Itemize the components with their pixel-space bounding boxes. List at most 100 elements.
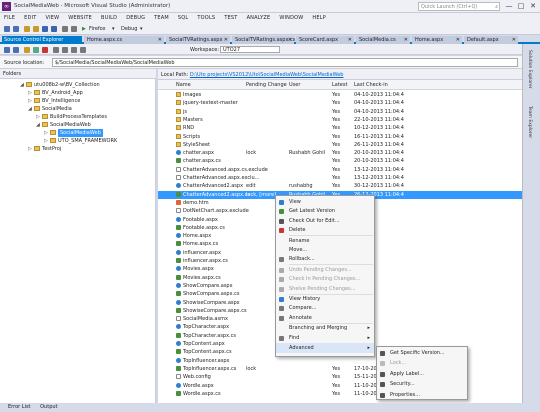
save-icon[interactable] — [42, 26, 48, 32]
quick-launch-input[interactable]: Quick Launch (Ctrl+Q) ⌕ — [418, 2, 500, 11]
folder-tree-item[interactable]: ▷ BuildProcessTemplates — [36, 113, 107, 121]
menu-window[interactable]: WINDOW — [279, 15, 303, 21]
folder-tree-item[interactable]: ▷ TestProj — [28, 145, 61, 153]
context-menu-item[interactable]: Advanced ▸ — [276, 343, 374, 353]
doc-tab[interactable]: Home.aspx.cs ✕ — [84, 36, 164, 44]
column-last-check-in[interactable]: Last Check-in — [354, 82, 388, 88]
tab-error-list[interactable]: Error List — [8, 404, 31, 410]
folder-tree-item[interactable]: ◢ utu008b2-w\BV_Collection — [20, 81, 100, 89]
menu-sql[interactable]: SQL — [178, 15, 189, 21]
run-target-select[interactable]: Firefox — [89, 26, 106, 32]
advanced-menu-item[interactable]: Get Specific Version... — [377, 348, 467, 358]
close-button[interactable]: ✕ — [527, 1, 539, 11]
refresh-icon[interactable] — [80, 47, 86, 53]
menu-analyze[interactable]: ANALYZE — [247, 15, 271, 21]
get-latest-icon[interactable] — [53, 47, 59, 53]
advanced-menu-item[interactable]: Properties... — [377, 390, 467, 400]
tab-output[interactable]: Output — [40, 404, 57, 410]
file-file-icon — [176, 175, 181, 180]
menu-view[interactable]: VIEW — [45, 15, 59, 21]
folder-tree-item[interactable]: ◢ SocialMedia — [28, 105, 72, 113]
file-row[interactable]: ChatterAdvanced.aspx.exclu... Yes 13-12-20… — [158, 174, 522, 182]
menu-item-icon — [279, 335, 284, 341]
maximize-button[interactable]: □ — [515, 1, 527, 11]
new-folder-icon[interactable] — [24, 47, 30, 53]
file-row[interactable]: jquery-textext-master Yes 04-10-2013 11:04… — [158, 99, 522, 107]
context-menu-item[interactable]: Find ▸ — [276, 333, 374, 343]
menu-edit[interactable]: EDIT — [24, 15, 36, 21]
chevron-down-icon[interactable]: ▾ — [112, 26, 115, 32]
solution-explorer-tab[interactable]: Solution Explorer — [527, 50, 532, 89]
configuration-select[interactable]: Debug — [121, 26, 137, 32]
doc-tab[interactable]: Default.aspx ✕ — [464, 36, 518, 44]
column-pending-change[interactable]: Pending Change — [246, 82, 287, 88]
latest-cell: Yes — [332, 374, 341, 381]
team-explorer-tab[interactable]: Team Explorer — [527, 106, 532, 138]
menu-test[interactable]: TEST — [224, 15, 237, 21]
file-row[interactable]: js Yes 04-10-2013 11:04:4 — [158, 108, 522, 116]
file-row[interactable]: ChatterAdvanced.aspx.cs.exclude Yes 13-12-… — [158, 166, 522, 174]
menu-help[interactable]: HELP — [312, 15, 326, 21]
check-out-icon[interactable] — [62, 47, 68, 53]
folder-tree-item[interactable]: ▷ SocialMediaWeb — [44, 129, 103, 137]
minimize-button[interactable]: — — [503, 1, 515, 11]
redo-icon[interactable] — [71, 26, 77, 32]
doc-tab[interactable]: SocialTVRatings.aspx ✕ — [166, 36, 230, 44]
menu-file[interactable]: FILE — [4, 15, 15, 21]
undo-icon[interactable] — [62, 26, 68, 32]
back-icon[interactable] — [4, 47, 10, 53]
advanced-menu-item[interactable]: Security... — [377, 379, 467, 389]
close-tab-icon[interactable]: ✕ — [158, 36, 162, 44]
file-row[interactable]: StyleSheet Yes 26-11-2013 11:04:4 — [158, 141, 522, 149]
column-user[interactable]: User — [289, 82, 300, 88]
file-row[interactable]: Images Yes 04-10-2013 11:04:4 — [158, 91, 522, 99]
menu-build[interactable]: BUILD — [101, 15, 117, 21]
close-tab-icon[interactable]: ✕ — [512, 36, 516, 44]
forward-icon[interactable] — [13, 47, 19, 53]
menu-team[interactable]: TEAM — [154, 15, 169, 21]
tab-source-control-explorer[interactable]: Source Control Explorer — [2, 36, 82, 44]
check-in-icon[interactable] — [71, 47, 77, 53]
doc-tab[interactable]: ScoreCard.aspx ✕ — [296, 36, 354, 44]
file-row[interactable]: Masters Yes 22-10-2013 11:04:4 — [158, 116, 522, 124]
folder-tree-item[interactable]: ▷ UTO_SMA_FRAMEWORK — [44, 137, 117, 145]
workspace-select[interactable]: UTO27 — [220, 46, 280, 53]
close-tab-icon[interactable]: ✕ — [348, 36, 352, 44]
file-row[interactable]: ChatterAdvanced2.aspx edit rushabhg Yes 30-1… — [158, 182, 522, 190]
file-row[interactable]: chatter.aspx lock Rushabh Gohil Yes 20-10-20… — [158, 149, 522, 157]
file-row[interactable]: RND Yes 10-12-2013 11:04:4 — [158, 124, 522, 132]
folder-tree-item[interactable]: ◢ SocialMediaWeb — [36, 121, 91, 129]
back-icon[interactable] — [4, 26, 10, 32]
folder-tree-item[interactable]: ▷ BV_Intelligence — [28, 97, 80, 105]
save-all-icon[interactable] — [51, 26, 57, 32]
menu-tools[interactable]: TOOLS — [197, 15, 215, 21]
forward-icon[interactable] — [13, 26, 19, 32]
context-menu-item[interactable]: Delete — [276, 225, 374, 235]
add-items-icon[interactable] — [33, 47, 39, 53]
close-tab-icon[interactable]: ✕ — [224, 36, 228, 44]
column-name[interactable]: Name — [176, 82, 191, 88]
menu-website[interactable]: WEBSITE — [68, 15, 92, 21]
doc-tab[interactable]: SocialTVRatings.aspx.cs ✕ — [232, 36, 295, 44]
doc-tab[interactable]: SocialMedia.cs ✕ — [356, 36, 410, 44]
column-latest[interactable]: Latest — [332, 82, 347, 88]
start-debug-icon[interactable]: ▶ — [82, 26, 86, 32]
open-icon[interactable] — [33, 26, 39, 32]
context-menu-item[interactable]: Annotate — [276, 313, 374, 323]
close-tab-icon[interactable]: ✕ — [456, 36, 460, 44]
source-location-input[interactable]: $/SocialMedia/SocialMediaWeb/SocialMedia… — [52, 58, 518, 67]
close-tab-icon[interactable]: ✕ — [404, 36, 408, 44]
checkin-cell: 13-12-2013 11:04:4 — [354, 166, 404, 173]
advanced-menu-item[interactable]: Apply Label... — [377, 369, 467, 379]
menu-debug[interactable]: DEBUG — [126, 15, 145, 21]
folder-tree-item[interactable]: ▷ BV_Android_App — [28, 89, 83, 97]
file-row[interactable]: chatter.aspx.cs Yes 20-10-2013 11:04:4 — [158, 157, 522, 165]
chevron-down-icon[interactable]: ▾ — [140, 26, 143, 32]
context-menu-item[interactable]: Rollback... — [276, 254, 374, 264]
new-project-icon[interactable] — [24, 26, 30, 32]
local-path-link[interactable]: D:\Uto projects\VS2012\Uto\SocialMediaWe… — [190, 72, 344, 78]
delete-icon[interactable] — [42, 47, 48, 53]
close-tab-icon[interactable]: ✕ — [288, 36, 292, 44]
doc-tab[interactable]: Home.aspx ✕ — [412, 36, 462, 44]
file-row[interactable]: Scripts Yes 16-11-2013 11:04:4 — [158, 133, 522, 141]
